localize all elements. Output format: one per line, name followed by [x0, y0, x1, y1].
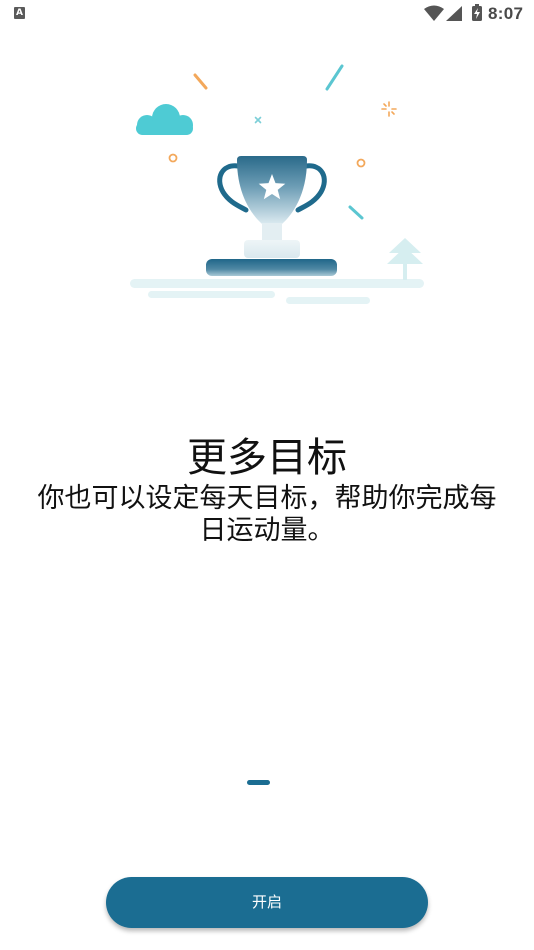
confetti-piece	[348, 205, 364, 220]
confetti-piece	[193, 73, 208, 90]
page-title: 更多目标	[187, 436, 347, 480]
ground-line	[130, 279, 424, 288]
sparkle-icon	[381, 101, 397, 117]
trophy-icon	[206, 156, 337, 276]
trophy-illustration	[130, 64, 424, 304]
start-button[interactable]: 开启	[106, 877, 428, 928]
confetti-cross	[254, 116, 262, 124]
confetti-piece	[325, 64, 344, 91]
onboarding-screen: A 8:07 更多目标 你也可以设定每天目标，帮助你完成每日运动量。 开启	[0, 0, 534, 950]
ground-line	[148, 291, 275, 298]
page-indicator	[247, 780, 270, 785]
confetti-ring	[168, 153, 178, 163]
tree-icon	[387, 238, 423, 280]
page-subtitle: 你也可以设定每天目标，帮助你完成每日运动量。	[37, 483, 497, 545]
cloud-icon	[136, 104, 193, 135]
ground-line	[286, 297, 370, 304]
confetti-ring	[356, 158, 366, 168]
